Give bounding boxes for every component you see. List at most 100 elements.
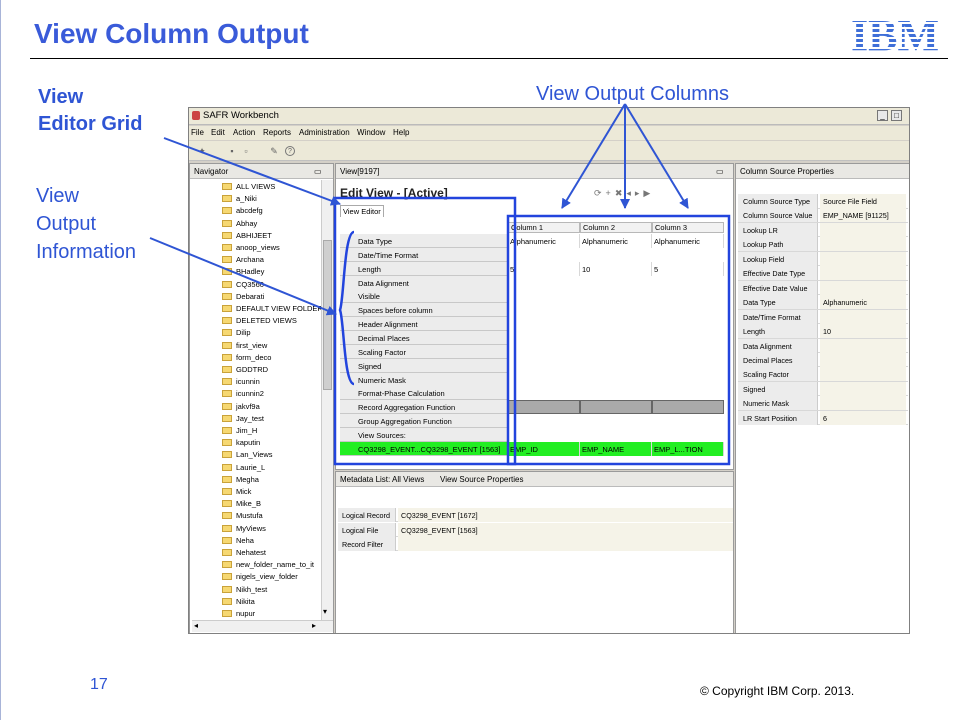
grid-cell-aggregation[interactable] xyxy=(652,400,724,415)
property-row[interactable]: LR Start Position 6 xyxy=(738,410,908,426)
navigator-folder-item[interactable]: first_view xyxy=(222,341,267,353)
property-row[interactable]: Column Source Value EMP_NAME [91125] xyxy=(738,208,908,223)
grid-cell-source[interactable]: EMP_ID xyxy=(508,441,580,456)
property-value[interactable]: Source File Field xyxy=(820,194,906,208)
navigator-tab[interactable]: Navigator xyxy=(194,167,228,176)
navigator-folder-item[interactable]: Nikita xyxy=(222,597,255,609)
menu-action[interactable]: Action xyxy=(233,128,255,137)
property-value[interactable] xyxy=(820,381,906,396)
property-value[interactable]: Alphanumeric xyxy=(820,295,906,310)
navigator-folder-item[interactable]: kaputin xyxy=(222,438,260,450)
navigator-folder-item[interactable]: icunnin2 xyxy=(222,389,264,401)
view-source-property-row[interactable]: Record Filter xyxy=(338,537,733,551)
navigator-folder-item[interactable]: CQ3560 xyxy=(222,280,264,292)
navigator-folder-item[interactable]: a_Niki xyxy=(222,194,257,206)
property-row[interactable]: Date/Time Format xyxy=(738,309,908,325)
navigator-folder-item[interactable]: anoop_views xyxy=(222,243,280,255)
grid-cell-aggregation[interactable] xyxy=(508,400,580,415)
scroll-right-icon[interactable]: ▸ xyxy=(312,621,316,630)
view-source-properties-tab[interactable]: View Source Properties xyxy=(440,475,523,484)
navigator-folder-item[interactable]: icunnin xyxy=(222,377,260,389)
grid-row-label[interactable]: Data Alignment xyxy=(340,275,508,290)
menu-edit[interactable]: Edit xyxy=(211,128,225,137)
property-row[interactable]: Effective Date Type xyxy=(738,266,908,281)
navigator-folder-item[interactable]: Neha xyxy=(222,536,254,548)
navigator-folder-item[interactable]: Mike_B xyxy=(222,499,261,511)
property-value[interactable]: 10 xyxy=(820,324,906,339)
menu-help[interactable]: Help xyxy=(393,128,409,137)
grid-column-header[interactable]: Column 1 xyxy=(508,222,580,233)
maximize-icon[interactable]: □ xyxy=(891,110,902,121)
property-value[interactable] xyxy=(820,352,906,367)
navigator-folder-item[interactable]: BHadley xyxy=(222,267,264,279)
navigator-folder-item[interactable]: GDDTRD xyxy=(222,365,268,377)
help-icon[interactable]: ? xyxy=(285,146,295,156)
grid-row-label[interactable]: Scaling Factor xyxy=(340,344,508,359)
navigator-folder-item[interactable]: ABHIJEET xyxy=(222,231,272,243)
view-source-property-row[interactable]: Logical Record CQ3298_EVENT [1672] xyxy=(338,508,733,522)
grid-cell-data-type[interactable]: Alphanumeric xyxy=(508,234,580,248)
property-value[interactable]: EMP_NAME [91125] xyxy=(820,208,906,223)
navigator-vertical-scrollbar[interactable]: ▾ xyxy=(321,180,333,620)
grid-row-label[interactable]: Header Alignment xyxy=(340,317,508,332)
property-value[interactable] xyxy=(820,338,906,353)
grid-row-label[interactable]: Group Aggregation Function xyxy=(340,414,508,429)
navigator-folder-item[interactable]: MyViews xyxy=(222,524,266,536)
menu-administration[interactable]: Administration xyxy=(299,128,350,137)
property-value[interactable] xyxy=(398,537,733,551)
property-row[interactable]: Numeric Mask xyxy=(738,396,908,411)
grid-cell-source[interactable]: EMP_L...TION xyxy=(652,441,724,456)
navigator-folder-item[interactable]: Jay_test xyxy=(222,414,264,426)
property-row[interactable]: Decimal Places xyxy=(738,352,908,368)
grid-row-label[interactable]: Decimal Places xyxy=(340,330,508,345)
column-source-properties-tab[interactable]: Column Source Properties xyxy=(740,167,834,176)
save-icon[interactable]: ▪ xyxy=(227,146,237,156)
refresh-icon[interactable]: ⟳ xyxy=(594,188,606,198)
property-value[interactable] xyxy=(820,396,906,411)
navigator-folder-item[interactable]: Archana xyxy=(222,255,264,267)
property-value[interactable] xyxy=(820,280,906,295)
menu-file[interactable]: File xyxy=(191,128,204,137)
grid-cell-source[interactable]: EMP_NAME xyxy=(580,441,652,456)
grid-row-label[interactable]: Data Type xyxy=(340,234,508,248)
run-icon[interactable]: ▶ xyxy=(643,188,654,198)
property-row[interactable]: Effective Date Value xyxy=(738,280,908,296)
navigator-folder-item[interactable]: Megha xyxy=(222,475,259,487)
navigator-folder-item[interactable]: Dilip xyxy=(222,328,251,340)
delete-icon[interactable]: ✖ xyxy=(615,188,627,198)
move-left-icon[interactable]: ◂ xyxy=(626,188,635,198)
grid-row-label[interactable]: Spaces before column xyxy=(340,303,508,318)
navigator-folder-item[interactable]: abcdefg xyxy=(222,206,263,218)
scroll-left-icon[interactable]: ◂ xyxy=(194,621,198,630)
property-value[interactable] xyxy=(820,222,906,237)
navigator-folder-item[interactable]: Mick xyxy=(222,487,251,499)
view-source-property-row[interactable]: Logical File CQ3298_EVENT [1563] xyxy=(338,522,733,537)
property-row[interactable]: Data Type Alphanumeric xyxy=(738,295,908,310)
property-value[interactable]: CQ3298_EVENT [1672] xyxy=(398,508,733,522)
grid-column-header[interactable]: Column 2 xyxy=(580,222,652,233)
property-value[interactable] xyxy=(820,251,906,266)
scroll-down-icon[interactable]: ▾ xyxy=(323,607,327,616)
navigator-folder-item[interactable]: nigels_view_folder xyxy=(222,572,298,584)
property-value[interactable] xyxy=(820,367,906,382)
metadata-list-tab[interactable]: Metadata List: All Views xyxy=(340,475,424,484)
navigator-folder-item[interactable]: Mustufa xyxy=(222,511,263,523)
navigator-folder-item[interactable]: form_deco xyxy=(222,353,271,365)
grid-row-label[interactable]: Record Aggregation Function xyxy=(340,400,508,415)
property-value[interactable] xyxy=(820,266,906,281)
navigator-folder-item[interactable]: Debarati xyxy=(222,292,264,304)
grid-cell-length[interactable]: 5 xyxy=(508,261,580,276)
property-value[interactable] xyxy=(820,237,906,252)
navigator-folder-item[interactable]: Nehatest xyxy=(222,548,266,560)
property-value[interactable]: CQ3298_EVENT [1563] xyxy=(398,522,733,537)
grid-row-label[interactable]: Format-Phase Calculation xyxy=(340,386,508,401)
grid-row-label[interactable]: Date/Time Format xyxy=(340,247,508,262)
grid-cell-data-type[interactable]: Alphanumeric xyxy=(580,234,652,248)
navigator-folder-item[interactable]: Nikh_test xyxy=(222,585,267,597)
navigator-folder-item[interactable]: DELETED VIEWS xyxy=(222,316,297,328)
property-row[interactable]: Lookup LR xyxy=(738,222,908,238)
grid-row-label[interactable]: View Sources: xyxy=(340,427,508,442)
grid-row-label[interactable]: Visible xyxy=(340,289,508,304)
navigator-folder-item[interactable]: Lan_Views xyxy=(222,450,273,462)
print-icon[interactable]: ▫ xyxy=(241,146,251,156)
